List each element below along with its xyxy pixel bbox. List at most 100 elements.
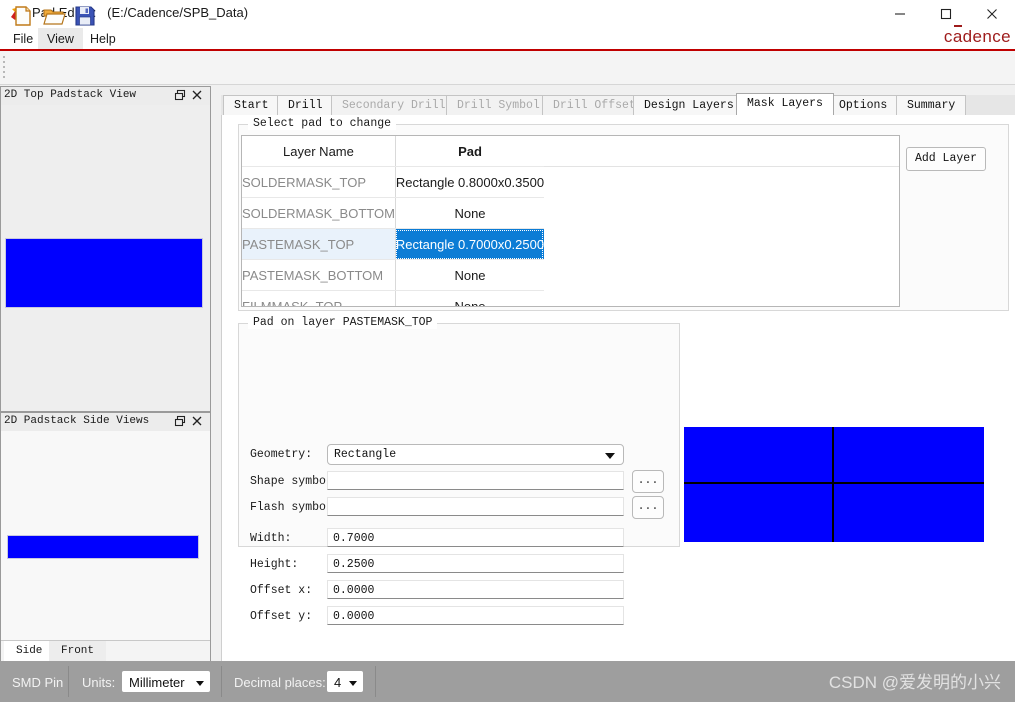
close-button[interactable] bbox=[969, 0, 1015, 28]
table-header-row: Layer Name Pad bbox=[242, 136, 899, 167]
tab-secondary-drill: Secondary Drill bbox=[331, 95, 457, 115]
table-row[interactable]: SOLDERMASK_TOP Rectangle 0.8000x0.3500 bbox=[242, 166, 899, 198]
pad-preview-crosshair-vertical bbox=[832, 427, 834, 542]
toolbar bbox=[0, 51, 1015, 85]
open-file-button[interactable] bbox=[42, 4, 68, 29]
cell-layer-name[interactable]: PASTEMASK_BOTTOM bbox=[242, 259, 396, 291]
panel-title: 2D Padstack Side Views bbox=[4, 415, 150, 427]
units-label: Units: bbox=[82, 675, 116, 690]
cell-layer-name[interactable]: FILMMASK_TOP bbox=[242, 290, 396, 306]
flash-symbol-input[interactable] bbox=[327, 497, 624, 516]
geometry-select[interactable]: Rectangle bbox=[327, 444, 624, 465]
pad-editor-window: Pad Editor: (E:/Cadence/SPB_Data) File V… bbox=[0, 0, 1015, 702]
pin-type-label: SMD Pin bbox=[12, 675, 64, 690]
top-padstack-canvas[interactable] bbox=[1, 105, 210, 411]
pad-preview[interactable] bbox=[684, 427, 984, 542]
chevron-down-icon bbox=[349, 681, 357, 686]
cell-pad-value-selected[interactable]: Rectangle 0.7000x0.2500 bbox=[395, 228, 545, 260]
geometry-label: Geometry: bbox=[250, 448, 313, 461]
status-separator bbox=[221, 666, 222, 697]
pad-on-layer-legend: Pad on layer PASTEMASK_TOP bbox=[248, 316, 438, 329]
menu-help[interactable]: Help bbox=[81, 28, 125, 50]
col-header-pad: Pad bbox=[395, 136, 545, 167]
padstack-side-views-panel: 2D Padstack Side Views Side Front bbox=[0, 412, 211, 662]
units-value: Millimeter bbox=[129, 675, 185, 690]
flash-symbol-browse-button[interactable]: ... bbox=[632, 496, 664, 519]
cell-pad-value[interactable]: Rectangle 0.8000x0.3500 bbox=[395, 166, 545, 198]
cell-pad-value[interactable]: None bbox=[395, 197, 545, 229]
close-panel-icon bbox=[192, 90, 202, 100]
side-view-tab-front[interactable]: Front bbox=[49, 641, 107, 661]
geometry-value: Rectangle bbox=[334, 448, 397, 461]
menu-file[interactable]: File bbox=[4, 28, 42, 50]
units-select[interactable]: Millimeter bbox=[122, 671, 210, 692]
side-view-canvas[interactable] bbox=[1, 431, 210, 641]
float-panel-icon bbox=[174, 89, 186, 101]
cell-pad-value[interactable]: None bbox=[395, 259, 545, 291]
tab-drill-offset: Drill Offset bbox=[542, 95, 647, 115]
save-file-button[interactable] bbox=[73, 4, 99, 29]
brand-text-post: dence bbox=[962, 27, 1011, 46]
tab-summary[interactable]: Summary bbox=[896, 95, 967, 115]
table-row[interactable]: PASTEMASK_BOTTOM None bbox=[242, 259, 899, 291]
close-icon bbox=[987, 9, 997, 19]
height-input[interactable]: 0.2500 bbox=[327, 554, 624, 573]
panel-header: 2D Top Padstack View bbox=[1, 87, 210, 106]
top-pad-shape bbox=[5, 238, 203, 308]
minimize-button[interactable] bbox=[877, 0, 923, 28]
float-panel-button[interactable] bbox=[174, 415, 188, 429]
chevron-down-icon bbox=[196, 681, 204, 686]
maximize-button[interactable] bbox=[923, 0, 969, 28]
width-label: Width: bbox=[250, 532, 292, 545]
watermark: CSDN @爱发明的小兴 bbox=[828, 673, 1001, 692]
chevron-down-icon bbox=[605, 453, 615, 459]
mask-layers-pane: Select pad to change Layer Name Pad SOLD… bbox=[221, 115, 1015, 661]
table-row[interactable]: FILMMASK_TOP None bbox=[242, 290, 899, 306]
side-view-tab-side[interactable]: Side bbox=[4, 641, 55, 661]
menu-bar: File View Help bbox=[0, 28, 1015, 50]
menu-view[interactable]: View bbox=[38, 28, 83, 50]
tab-mask-layers[interactable]: Mask Layers bbox=[736, 93, 834, 115]
width-input[interactable]: 0.7000 bbox=[327, 528, 624, 547]
new-file-button[interactable] bbox=[11, 4, 37, 29]
tab-start[interactable]: Start bbox=[223, 95, 280, 115]
cell-pad-value[interactable]: None bbox=[395, 290, 545, 306]
offset-y-input[interactable]: 0.0000 bbox=[327, 606, 624, 625]
add-layer-button[interactable]: Add Layer bbox=[906, 147, 986, 171]
col-header-layer-name: Layer Name bbox=[242, 136, 396, 167]
toolbar-grip[interactable] bbox=[3, 56, 6, 78]
offset-x-input[interactable]: 0.0000 bbox=[327, 580, 624, 599]
tab-options[interactable]: Options bbox=[828, 95, 899, 115]
float-panel-button[interactable] bbox=[174, 89, 188, 103]
panel-header: 2D Padstack Side Views bbox=[1, 413, 210, 432]
height-label: Height: bbox=[250, 558, 299, 571]
cell-layer-name[interactable]: SOLDERMASK_BOTTOM bbox=[242, 197, 396, 229]
brand-text-a: a bbox=[952, 27, 963, 46]
close-panel-button[interactable] bbox=[191, 415, 205, 429]
shape-symbol-input[interactable] bbox=[327, 471, 624, 490]
shape-symbol-browse-button[interactable]: ... bbox=[632, 470, 664, 493]
close-panel-button[interactable] bbox=[191, 89, 205, 103]
table-row[interactable]: SOLDERMASK_BOTTOM None bbox=[242, 197, 899, 229]
table-row[interactable]: PASTEMASK_TOP Rectangle 0.7000x0.2500 bbox=[242, 228, 899, 260]
close-panel-icon bbox=[192, 416, 202, 426]
open-file-icon bbox=[43, 9, 66, 25]
cadence-logo: cadence bbox=[944, 27, 1011, 47]
float-panel-icon bbox=[174, 415, 186, 427]
pad-layer-table[interactable]: Layer Name Pad SOLDERMASK_TOP Rectangle … bbox=[241, 135, 900, 307]
tab-drill[interactable]: Drill bbox=[277, 95, 334, 115]
tab-drill-symbol: Drill Symbol bbox=[446, 95, 551, 115]
main-tabstrip: Start Drill Secondary Drill Drill Symbol… bbox=[221, 93, 1015, 116]
status-separator bbox=[375, 666, 376, 697]
tab-design-layers[interactable]: Design Layers bbox=[633, 95, 745, 115]
decimal-places-select[interactable]: 4 bbox=[327, 671, 363, 692]
panel-title: 2D Top Padstack View bbox=[4, 89, 137, 101]
cell-layer-name[interactable]: SOLDERMASK_TOP bbox=[242, 166, 396, 198]
save-file-icon bbox=[75, 6, 95, 26]
new-file-icon bbox=[15, 6, 31, 26]
status-separator bbox=[68, 666, 69, 697]
side-view-tabstrip: Side Front bbox=[1, 640, 210, 661]
cell-layer-name[interactable]: PASTEMASK_TOP bbox=[242, 228, 396, 260]
maximize-icon bbox=[940, 8, 952, 20]
minimize-icon bbox=[895, 13, 905, 15]
